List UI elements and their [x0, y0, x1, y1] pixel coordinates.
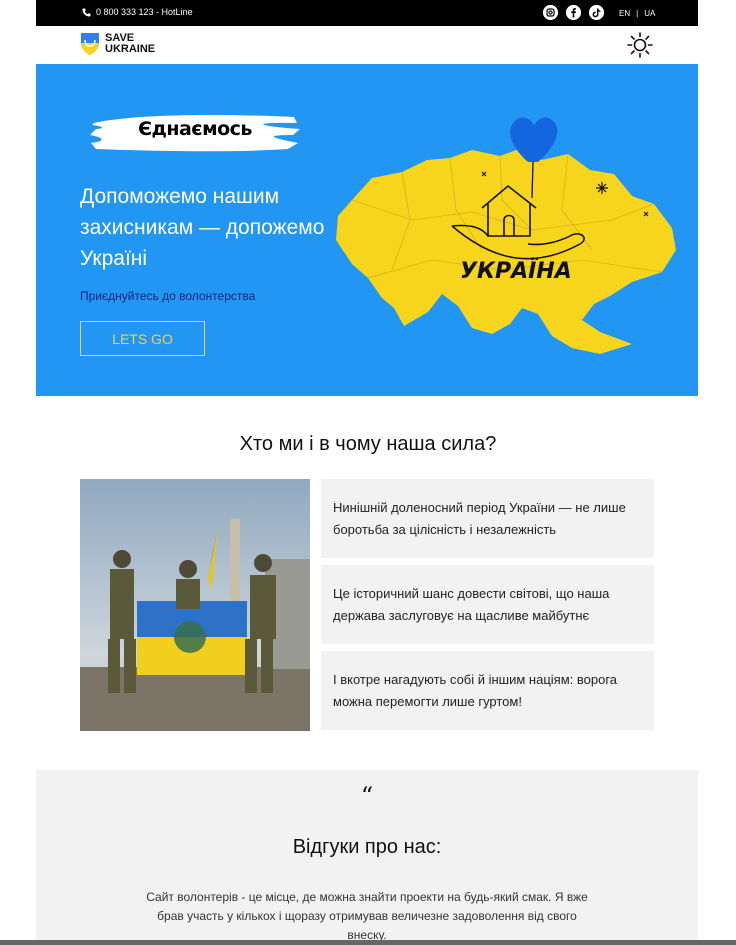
sun-icon[interactable] — [626, 31, 654, 59]
lang-en-link[interactable]: EN — [619, 9, 630, 18]
logo-line-2: UKRAINE — [105, 43, 156, 55]
lang-separator: | — [636, 9, 639, 18]
shield-logo-icon — [81, 33, 99, 55]
phone-icon — [82, 7, 91, 17]
hero-title: Допоможемо нашим захисникам — допожемо У… — [80, 185, 325, 270]
hero-badge: Єднаємось — [138, 118, 252, 140]
quote-icon: “ — [360, 782, 374, 810]
top-bar: 0 800 333 123 - HotLine EN | UA — [36, 0, 698, 26]
facebook-icon[interactable] — [566, 5, 581, 20]
lang-ua-link[interactable]: UA — [644, 9, 655, 18]
tiktok-icon[interactable] — [589, 5, 604, 20]
instagram-icon[interactable] — [543, 5, 558, 20]
about-card: Нинішній доленосний період України — не … — [321, 479, 654, 558]
review-text: Сайт волонтерів - це місце, де можна зна… — [146, 890, 588, 942]
about-section-title: Хто ми і в чому наша сила? — [239, 433, 497, 455]
reviews-section: “ Відгуки про нас: Сайт волонтерів - це … — [36, 770, 698, 945]
social-links — [543, 5, 604, 20]
about-cards: Нинішній доленосний період України — не … — [321, 479, 654, 737]
hero-banner: Єднаємось Допоможемо нашим захисникам — … — [36, 64, 698, 396]
hotline-text: 0 800 333 123 - HotLine — [96, 7, 193, 17]
logo[interactable]: SAVE UKRAINE — [80, 32, 165, 56]
lets-go-button[interactable]: LETS GO — [80, 321, 205, 356]
horizontal-scrollbar[interactable] — [0, 940, 736, 945]
hero-subtitle-link[interactable]: Приєднуйтесь до волонтерства — [80, 289, 255, 303]
language-switcher: EN | UA — [619, 9, 655, 18]
about-card: І вкотре нагадують собі й іншим націям: … — [321, 651, 654, 730]
site-header: SAVE UKRAINE — [36, 26, 698, 64]
reviews-title: Відгуки про нас: — [292, 836, 442, 858]
map-caption: УКРАЇНА — [460, 258, 572, 284]
soldiers-with-flag-photo — [80, 479, 310, 731]
hotline[interactable]: 0 800 333 123 - HotLine — [82, 7, 193, 17]
ukraine-map-illustration: УКРАЇНА — [336, 117, 676, 354]
about-card: Це історичний шанс довести світові, що н… — [321, 565, 654, 644]
